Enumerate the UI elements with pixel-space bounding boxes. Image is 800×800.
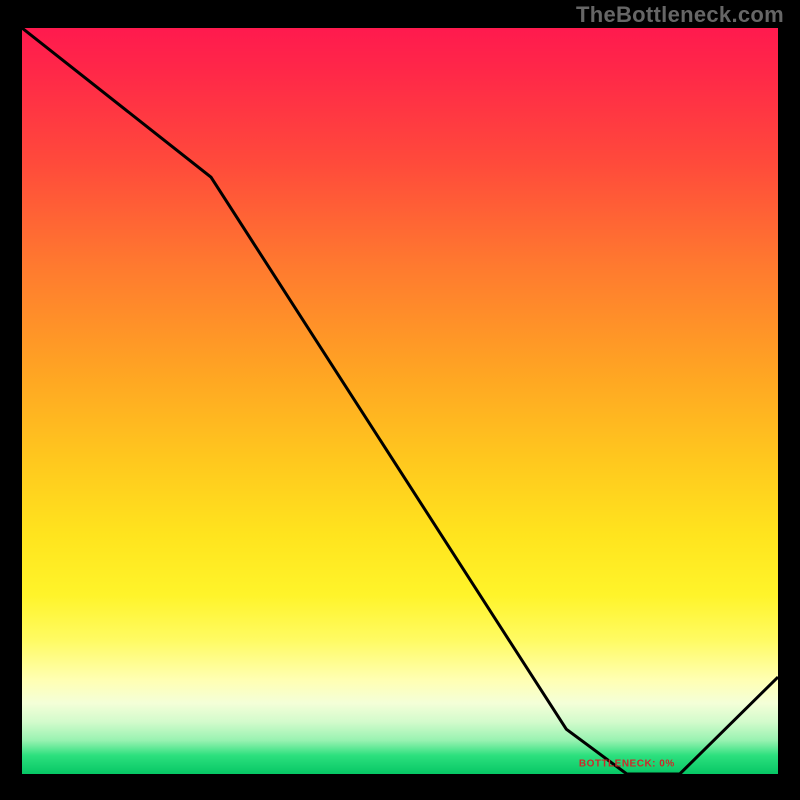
chart-svg [22,28,778,774]
watermark-text: TheBottleneck.com [576,2,784,28]
bottleneck-annotation: BOTTLENECK: 0% [579,758,675,769]
plot-area: BOTTLENECK: 0% [22,28,778,774]
chart-container: TheBottleneck.com BOTTLENECK: 0% [0,0,800,800]
chart-line [22,28,778,774]
